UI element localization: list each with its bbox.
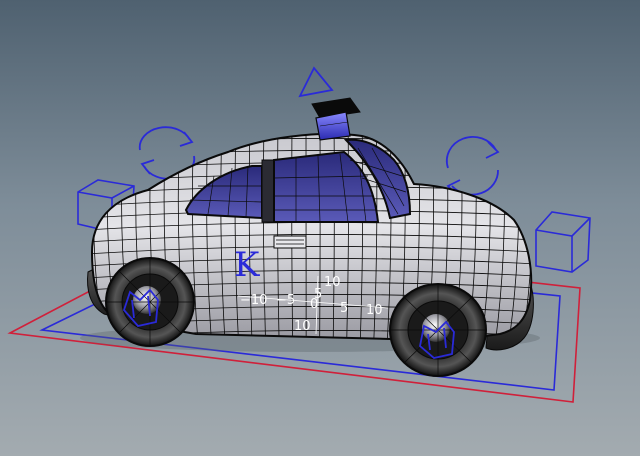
ruler-tick-label: 10 — [366, 303, 383, 318]
ruler-tick-label: −10 — [240, 293, 267, 308]
triangle-up-icon[interactable] — [298, 66, 334, 98]
3d-viewport[interactable]: K −10 −5 0 5 10 10 5 10 — [0, 0, 640, 456]
k-control-label[interactable]: K — [234, 245, 260, 285]
ruler-tick-label: 10 — [324, 275, 341, 290]
door-handle[interactable] — [273, 235, 307, 249]
rotate-icon[interactable] — [445, 136, 500, 197]
ruler-tick-label: 10 — [294, 319, 311, 334]
roof-siren[interactable] — [311, 97, 361, 141]
ruler-tick-label: 5 — [314, 287, 322, 302]
cube-icon[interactable] — [535, 211, 591, 273]
rear-wheel[interactable] — [105, 257, 195, 347]
door-pillar — [261, 159, 275, 223]
ruler-tick-label: 5 — [340, 301, 348, 316]
scene-canvas[interactable]: K −10 −5 0 5 10 10 5 10 — [0, 0, 640, 456]
